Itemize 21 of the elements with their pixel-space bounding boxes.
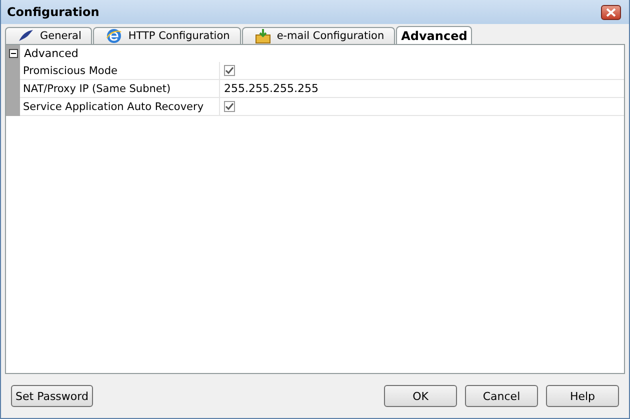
checkbox[interactable] — [224, 65, 235, 76]
window-title: Configuration — [7, 5, 100, 19]
tab[interactable]: HTTP Configuration — [93, 27, 241, 44]
property-name: Promiscious Mode — [20, 62, 220, 79]
checkbox[interactable] — [224, 101, 235, 112]
close-button[interactable] — [601, 4, 621, 20]
set-password-button[interactable]: Set Password — [11, 385, 93, 407]
minus-icon — [10, 50, 16, 57]
property-value[interactable]: 255.255.255.255 — [224, 82, 318, 95]
tab[interactable]: Advanced — [396, 26, 472, 44]
dialog-button[interactable]: Help — [546, 385, 619, 407]
tab[interactable]: e-mail Configuration — [242, 27, 396, 44]
property-name: Service Application Auto Recovery — [20, 98, 220, 115]
dialog-button[interactable]: OK — [384, 385, 457, 407]
dialog-button[interactable]: Cancel — [465, 385, 538, 407]
tab[interactable]: General — [5, 27, 92, 44]
close-icon — [606, 8, 616, 16]
envelope-icon — [254, 28, 271, 44]
collapse-toggle[interactable] — [8, 49, 18, 58]
category-label: Advanced — [23, 47, 78, 60]
property-name: NAT/Proxy IP (Same Subnet) — [20, 80, 220, 97]
